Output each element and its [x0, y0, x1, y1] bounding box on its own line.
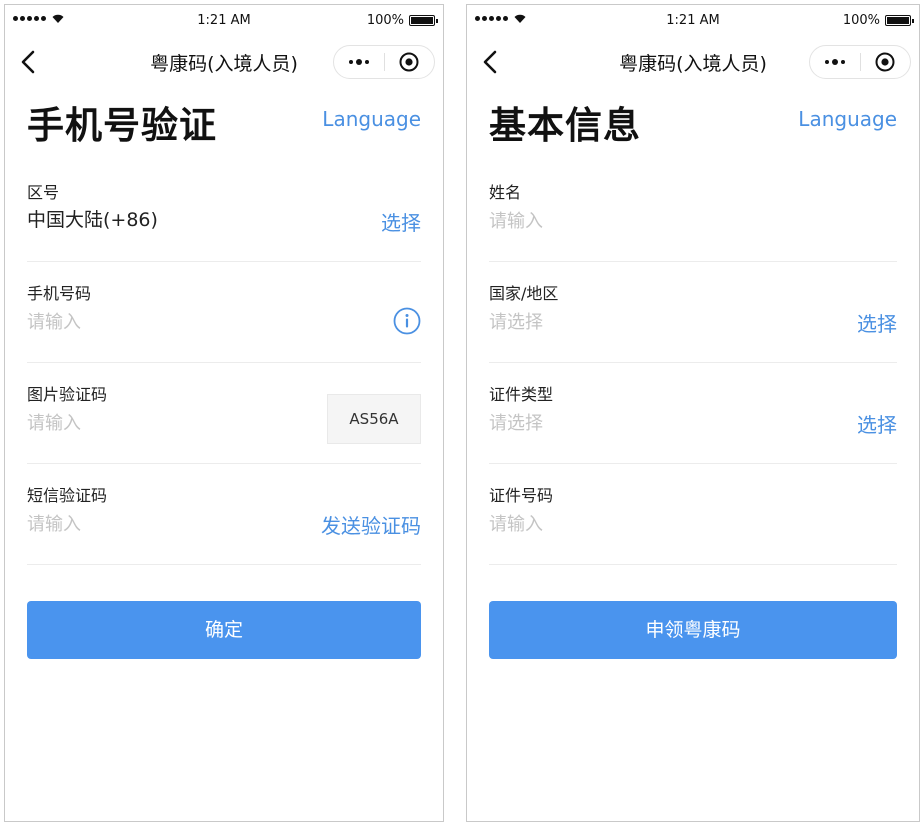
image-code-input[interactable]: 请输入	[27, 409, 81, 435]
phone-screen-phone-verification: 1:21 AM 100% 粤康码(入境人员) 手机号验证 Language 区号…	[4, 4, 444, 822]
sms-code-input[interactable]: 请输入	[27, 510, 81, 536]
id-number-input[interactable]: 请输入	[489, 510, 543, 536]
battery-percent: 100%	[842, 13, 880, 28]
area-code-row: 区号 中国大陆(+86) 选择	[27, 161, 421, 262]
sms-code-label: 短信验证码	[27, 486, 108, 505]
sms-code-row: 短信验证码 请输入 发送验证码	[27, 464, 421, 565]
confirm-button[interactable]: 确定	[27, 601, 421, 659]
country-label: 国家/地区	[489, 284, 559, 303]
apply-code-button[interactable]: 申领粤康码	[489, 601, 897, 659]
name-input[interactable]: 请输入	[489, 207, 543, 233]
country-input[interactable]: 请选择	[489, 308, 543, 334]
more-icon[interactable]	[334, 46, 384, 78]
id-type-label: 证件类型	[489, 385, 554, 404]
id-number-label: 证件号码	[489, 486, 554, 505]
send-code-button[interactable]: 发送验证码	[321, 510, 421, 539]
country-select-button[interactable]: 选择	[857, 308, 897, 337]
language-link[interactable]: Language	[322, 107, 421, 131]
name-row: 姓名 请输入	[489, 161, 897, 262]
area-code-label: 区号	[27, 183, 60, 202]
language-link[interactable]: Language	[798, 107, 897, 131]
phone-number-row: 手机号码 请输入	[27, 262, 421, 363]
battery-percent: 100%	[366, 13, 404, 28]
captcha-image[interactable]: AS56A	[327, 394, 421, 444]
page-header: 基本信息 Language	[467, 85, 919, 161]
battery-indicator: 100%	[842, 13, 914, 28]
mini-program-capsule	[333, 45, 435, 79]
image-code-row: 图片验证码 请输入 AS56A	[27, 363, 421, 464]
id-type-row: 证件类型 请选择 选择	[489, 363, 897, 464]
area-code-value: 中国大陆(+86)	[27, 209, 158, 231]
area-code-select-button[interactable]: 选择	[381, 207, 421, 236]
country-row: 国家/地区 请选择 选择	[489, 262, 897, 363]
id-type-select-button[interactable]: 选择	[857, 409, 897, 438]
page-title: 手机号验证	[27, 104, 217, 147]
mini-program-capsule	[809, 45, 911, 79]
image-code-label: 图片验证码	[27, 385, 108, 404]
phone-number-input[interactable]: 请输入	[27, 308, 81, 334]
battery-icon	[409, 15, 438, 26]
basic-info-form: 姓名 请输入 国家/地区 请选择 选择 证件类型 请选择 选择 证件号码 请输入	[467, 161, 919, 565]
nav-bar: 粤康码(入境人员)	[5, 39, 443, 85]
page-title: 基本信息	[489, 104, 641, 147]
nav-bar: 粤康码(入境人员)	[467, 39, 919, 85]
id-number-row: 证件号码 请输入	[489, 464, 897, 565]
status-bar: 1:21 AM 100%	[5, 5, 443, 39]
verification-form: 区号 中国大陆(+86) 选择 手机号码 请输入 图片验证码 请输入 AS56A…	[5, 161, 443, 565]
status-bar: 1:21 AM 100%	[467, 5, 919, 39]
phone-screen-basic-info: 1:21 AM 100% 粤康码(入境人员) 基本信息 Language 姓名 …	[466, 4, 920, 822]
close-target-icon[interactable]	[861, 46, 911, 78]
info-icon[interactable]	[393, 307, 421, 335]
id-type-input[interactable]: 请选择	[489, 409, 543, 435]
close-target-icon[interactable]	[385, 46, 435, 78]
battery-indicator: 100%	[366, 13, 438, 28]
page-header: 手机号验证 Language	[5, 85, 443, 161]
name-label: 姓名	[489, 183, 522, 202]
phone-number-label: 手机号码	[27, 284, 92, 303]
battery-icon	[885, 15, 914, 26]
more-icon[interactable]	[810, 46, 860, 78]
